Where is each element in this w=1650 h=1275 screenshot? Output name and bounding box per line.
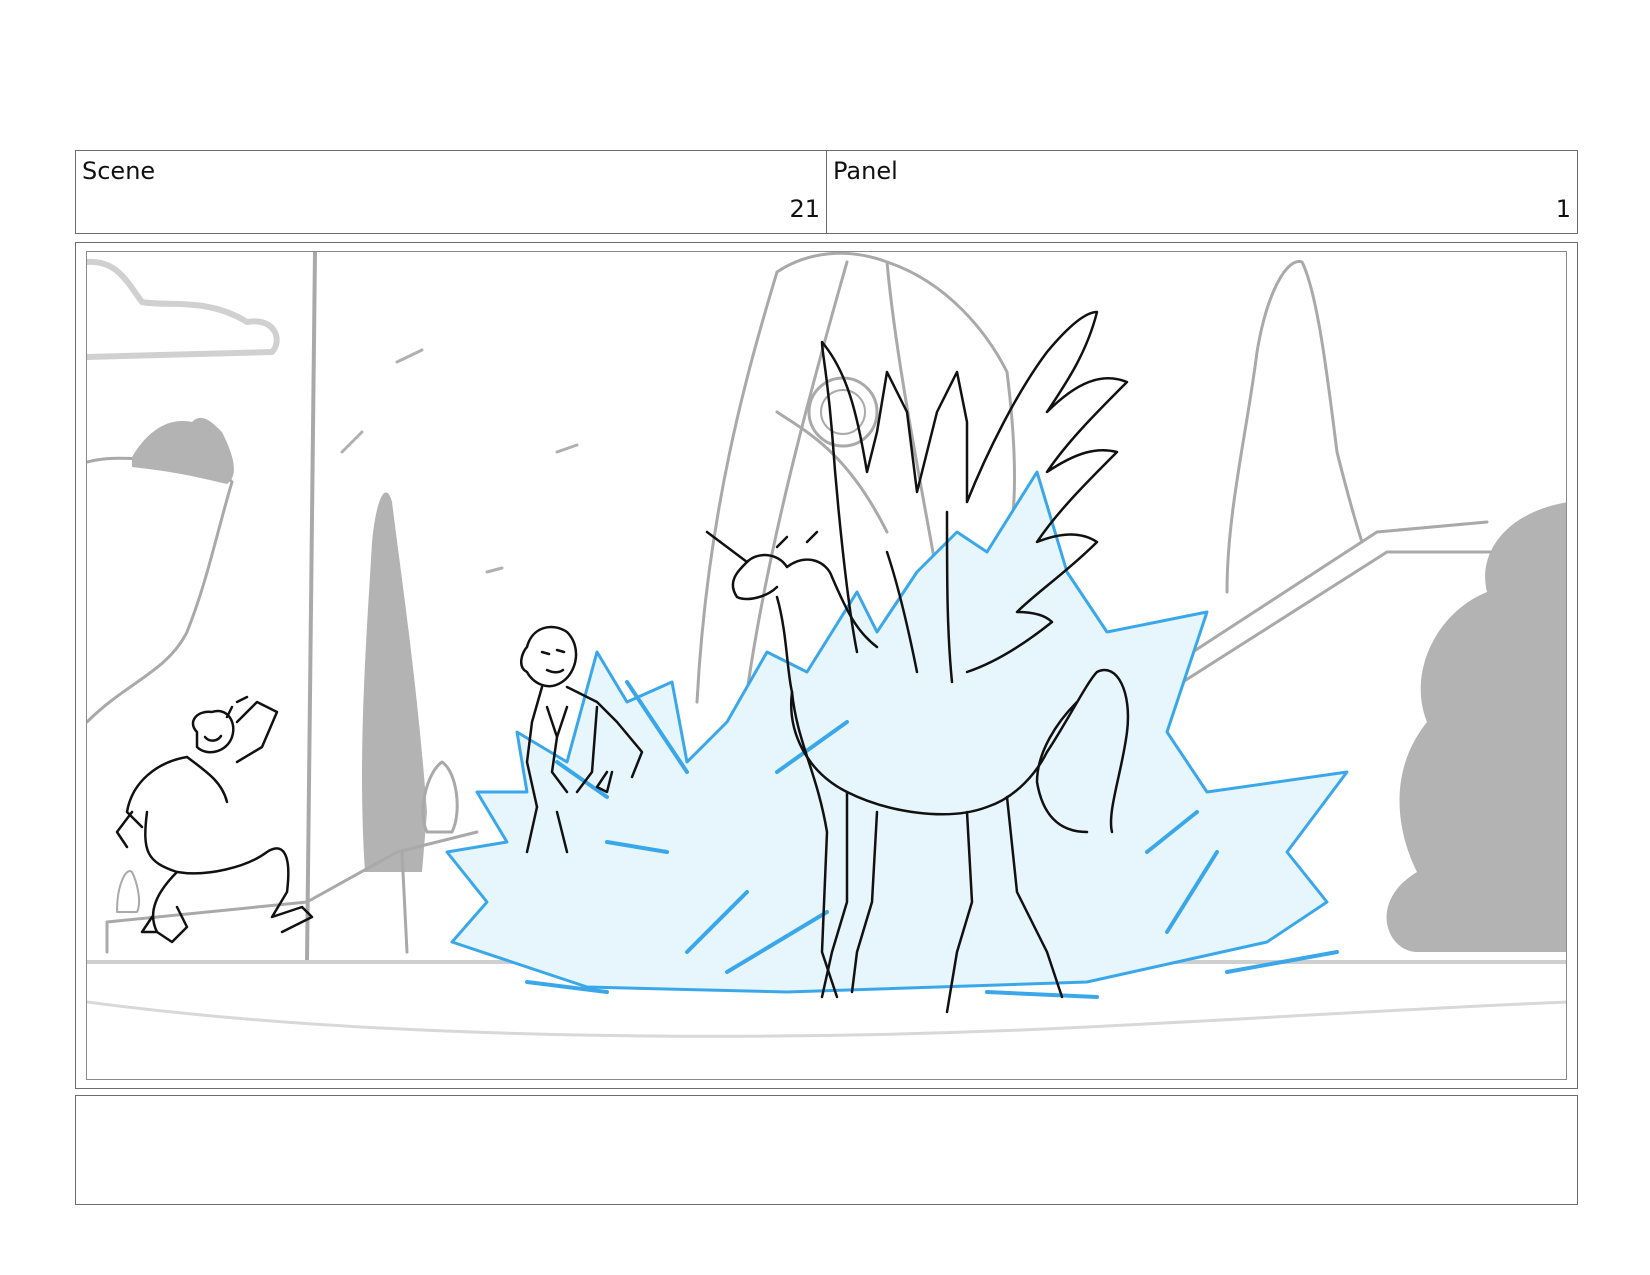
cloud-outline — [87, 258, 280, 360]
finial — [421, 760, 459, 834]
panel-cell: Panel 1 — [826, 151, 1577, 233]
panel-frame — [75, 242, 1578, 1089]
cypress-tree — [362, 492, 427, 872]
cliff-shadow — [132, 417, 234, 484]
left-cliff — [87, 444, 234, 724]
tall-pole — [305, 252, 317, 964]
storyboard-header: Scene 21 Panel 1 — [75, 150, 1578, 234]
sketch-illustration — [87, 252, 1566, 1038]
storyboard-drawing — [86, 251, 1567, 1080]
panel-number: 1 — [1555, 195, 1571, 223]
magic-burst — [445, 470, 1349, 999]
notes-box — [75, 1095, 1578, 1205]
scene-number: 21 — [789, 195, 820, 223]
scene-cell: Scene 21 — [76, 151, 826, 233]
arch-medallion — [807, 376, 879, 448]
panel-label: Panel — [833, 157, 898, 185]
right-spire — [1225, 260, 1364, 594]
right-foliage — [1386, 502, 1566, 952]
scene-label: Scene — [82, 157, 156, 185]
